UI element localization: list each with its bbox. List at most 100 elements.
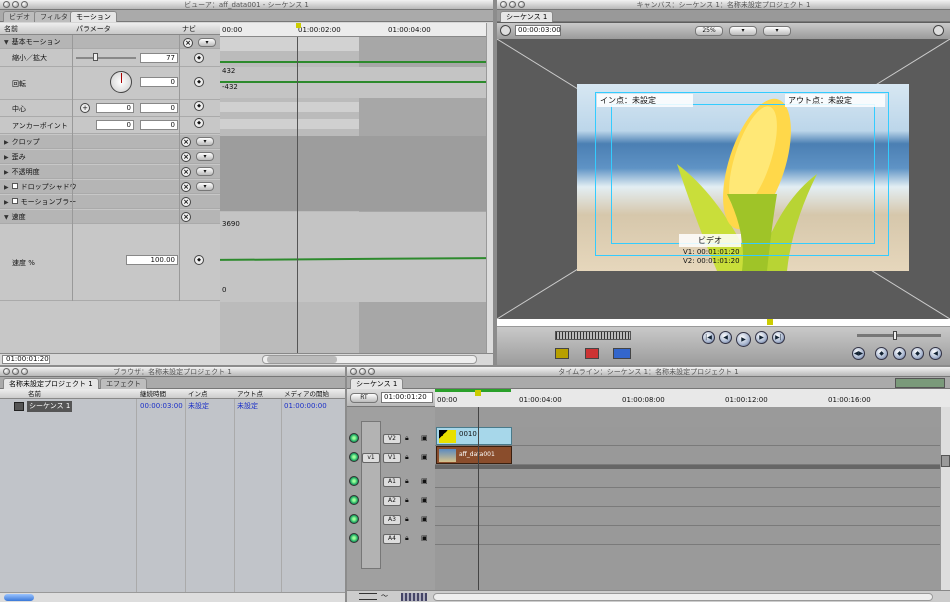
lock-icon[interactable]: 🔒︎ bbox=[405, 515, 409, 524]
col-media-start[interactable]: メディアの開始 bbox=[284, 389, 329, 399]
col-duration[interactable]: 継続時間 bbox=[140, 389, 166, 399]
canvas-scrubber[interactable] bbox=[497, 319, 950, 327]
track-label-a2[interactable]: A2 bbox=[383, 496, 401, 506]
add-keyframe-anchor-button[interactable]: ◆ bbox=[194, 118, 204, 128]
track-height-icon[interactable] bbox=[359, 593, 377, 600]
autoselect-icon[interactable]: ▣ bbox=[421, 534, 428, 542]
rt-popup[interactable]: RT bbox=[350, 393, 378, 403]
disclosure-open-icon[interactable]: ▼ bbox=[4, 36, 9, 50]
autoselect-icon[interactable]: ▣ bbox=[421, 477, 428, 485]
reset-crop-button[interactable]: × bbox=[181, 137, 191, 147]
center-y-field[interactable]: 0 bbox=[140, 103, 178, 113]
lock-icon[interactable]: 🔒︎ bbox=[405, 534, 409, 543]
rotation-dial[interactable] bbox=[110, 71, 132, 93]
add-keyframe-center-button[interactable]: ◆ bbox=[194, 101, 204, 111]
lock-icon[interactable]: 🔒︎ bbox=[405, 477, 409, 486]
opacity-menu-button[interactable]: ▾ bbox=[196, 167, 214, 176]
zoom-control[interactable] bbox=[401, 593, 427, 601]
jog-slider[interactable] bbox=[857, 331, 941, 340]
canvas-timecode[interactable]: 00:00:03:00 bbox=[515, 25, 561, 36]
track-a2[interactable] bbox=[435, 488, 940, 507]
zoom-popup[interactable]: 25% bbox=[695, 26, 723, 36]
track-a1[interactable] bbox=[435, 469, 940, 488]
keyframe-ruler[interactable]: 00:00 01:00:02:00 01:00:04:00 bbox=[220, 23, 486, 37]
clip-0010[interactable]: 0010 bbox=[436, 427, 512, 445]
col-name[interactable]: 名前 bbox=[28, 389, 41, 399]
disclosure-closed-icon[interactable]: ▶ bbox=[4, 151, 9, 165]
tab-filters[interactable]: フィルタ bbox=[34, 11, 74, 22]
next-frame-icon[interactable]: ▶ bbox=[755, 331, 768, 344]
add-keyframe-scale-button[interactable]: ◆ bbox=[194, 53, 204, 63]
track-a4[interactable] bbox=[435, 526, 940, 545]
tab-motion[interactable]: モーション bbox=[70, 11, 117, 22]
tab-sequence[interactable]: シーケンス 1 bbox=[500, 11, 554, 22]
track-a3[interactable] bbox=[435, 507, 940, 526]
disclosure-closed-icon[interactable]: ▶ bbox=[4, 166, 9, 180]
mark-in-icon[interactable]: ◆ bbox=[875, 347, 888, 360]
a4-audible-icon[interactable] bbox=[349, 533, 359, 543]
tab-project[interactable]: 名称未設定プロジェクト 1 bbox=[3, 378, 99, 389]
tab-video[interactable]: ビデオ bbox=[3, 11, 36, 22]
track-label-v1[interactable]: V1 bbox=[383, 453, 401, 463]
disclosure-closed-icon[interactable]: ▶ bbox=[4, 196, 9, 210]
v2-visibility-icon[interactable] bbox=[349, 433, 359, 443]
rotation-field[interactable]: 0 bbox=[140, 77, 178, 87]
mark-out-icon[interactable]: ◆ bbox=[893, 347, 906, 360]
prev-frame-icon[interactable]: ◀ bbox=[719, 331, 732, 344]
add-keyframe-speed-button[interactable]: ◆ bbox=[194, 255, 204, 265]
lock-icon[interactable]: 🔒︎ bbox=[405, 453, 409, 462]
source-v1-label[interactable]: v1 bbox=[362, 453, 380, 463]
v1-visibility-icon[interactable] bbox=[349, 452, 359, 462]
anchor-y-field[interactable]: 0 bbox=[140, 120, 178, 130]
disclosure-open-icon[interactable]: ▼ bbox=[4, 211, 9, 225]
scale-slider-thumb[interactable] bbox=[93, 53, 98, 61]
tab-effects[interactable]: エフェクト bbox=[100, 378, 147, 389]
track-label-a3[interactable]: A3 bbox=[383, 515, 401, 525]
reset-blur-button[interactable]: × bbox=[181, 197, 191, 207]
tab-sequence[interactable]: シーケンス 1 bbox=[350, 378, 404, 389]
overwrite-icon[interactable] bbox=[585, 348, 599, 359]
overlay-popup[interactable]: ▾ bbox=[763, 26, 791, 36]
insert-icon[interactable] bbox=[555, 348, 569, 359]
reset-opacity-button[interactable]: × bbox=[181, 167, 191, 177]
timeline-playhead[interactable] bbox=[475, 390, 481, 396]
autoselect-icon[interactable]: ▣ bbox=[421, 496, 428, 504]
clip-aff-data001[interactable]: aff_data001 bbox=[436, 446, 512, 464]
center-x-field[interactable]: 0 bbox=[96, 103, 134, 113]
autoselect-icon[interactable]: ▣ bbox=[421, 434, 428, 442]
canvas-playhead[interactable] bbox=[767, 319, 773, 325]
speed-field[interactable]: 100.00 bbox=[126, 255, 178, 265]
reset-distort-button[interactable]: × bbox=[181, 152, 191, 162]
track-label-a4[interactable]: A4 bbox=[383, 534, 401, 544]
viewer-horizontal-scrollbar[interactable] bbox=[262, 355, 477, 364]
autoselect-icon[interactable]: ▣ bbox=[421, 453, 428, 461]
scale-slider[interactable] bbox=[76, 57, 136, 59]
reset-shadow-button[interactable]: × bbox=[181, 182, 191, 192]
track-area[interactable]: 0010 aff_data001 bbox=[435, 407, 940, 590]
col-out[interactable]: アウト点 bbox=[237, 389, 263, 399]
list-item[interactable]: シーケンス 1 00:00:03:00 未設定 未設定 01:00:00:00 bbox=[0, 401, 345, 412]
motion-blur-checkbox[interactable] bbox=[11, 198, 18, 204]
viewer-timecode[interactable]: 01:00:01:20 bbox=[2, 355, 50, 364]
add-keyframe-rotation-button[interactable]: ◆ bbox=[194, 77, 204, 87]
distort-menu-button[interactable]: ▾ bbox=[196, 152, 214, 161]
lock-icon[interactable]: 🔒︎ bbox=[405, 496, 409, 505]
timeline-ruler[interactable]: 00:00 01:00:04:00 01:00:08:00 01:00:12:0… bbox=[435, 389, 950, 407]
browser-scrollbar[interactable] bbox=[0, 592, 345, 602]
keyframe-graph[interactable]: 432 -432 3690 0 bbox=[219, 37, 487, 353]
keyframe-icon[interactable]: ◀ bbox=[929, 347, 942, 360]
shadow-menu-button[interactable]: ▾ bbox=[196, 182, 214, 191]
col-in[interactable]: イン点 bbox=[188, 389, 208, 399]
timeline-timecode[interactable]: 01:00:01:20 bbox=[381, 392, 433, 403]
go-to-end-icon[interactable]: ▶| bbox=[772, 331, 785, 344]
anchor-x-field[interactable]: 0 bbox=[96, 120, 134, 130]
disclosure-closed-icon[interactable]: ▶ bbox=[4, 181, 9, 195]
playhead-marker[interactable] bbox=[296, 23, 301, 28]
keyframe-menu-button[interactable]: ▾ bbox=[198, 38, 216, 47]
lock-icon[interactable]: 🔒︎ bbox=[405, 434, 409, 443]
track-label-a1[interactable]: A1 bbox=[383, 477, 401, 487]
scale-field[interactable]: 77 bbox=[140, 53, 178, 63]
shuttle-control[interactable] bbox=[555, 331, 631, 340]
crop-menu-button[interactable]: ▾ bbox=[196, 137, 214, 146]
autoselect-icon[interactable]: ▣ bbox=[421, 515, 428, 523]
